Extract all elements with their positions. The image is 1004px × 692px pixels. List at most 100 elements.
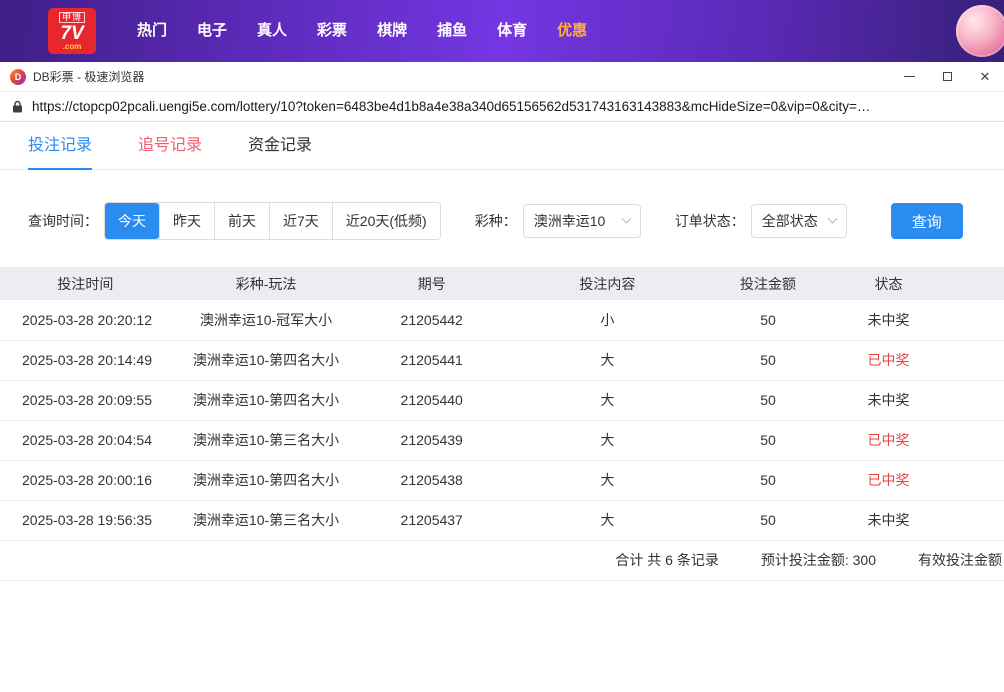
bet-time-cell: 2025-03-28 20:09:55 <box>0 380 171 421</box>
maximize-button[interactable] <box>928 62 966 92</box>
header-issue: 期号 <box>361 267 502 300</box>
nav-item-electronic[interactable]: 电子 <box>182 0 242 62</box>
bet-content-cell: 大 <box>501 340 713 381</box>
issue-cell: 21205441 <box>361 340 502 381</box>
bet-content-cell: 小 <box>501 300 713 341</box>
tab-bet-records[interactable]: 投注记录 <box>28 122 93 170</box>
bet-amount-cell: 50 <box>712 380 824 421</box>
table-row: 2025-03-28 20:09:55 澳洲幸运10-第四名大小 2120544… <box>0 380 1004 421</box>
nav-item-live[interactable]: 真人 <box>242 0 302 62</box>
header-status: 状态 <box>823 267 954 300</box>
bet-time-cell: 2025-03-28 20:20:12 <box>0 300 171 341</box>
site-logo-main-text: 7V <box>60 22 84 44</box>
nav-item-sports[interactable]: 体育 <box>482 0 542 62</box>
time-filter-20days[interactable]: 近20天(低频) <box>331 203 440 239</box>
bet-time-cell: 2025-03-28 20:00:16 <box>0 460 171 501</box>
status-cell: 已中奖 <box>823 460 954 501</box>
time-filter-7days[interactable]: 近7天 <box>269 203 332 239</box>
table-row: 2025-03-28 20:20:12 澳洲幸运10-冠军大小 21205442… <box>0 300 1004 341</box>
window-controls: ✕ <box>890 62 1004 92</box>
header-spacer <box>953 267 1004 300</box>
header-bet-content: 投注内容 <box>501 267 713 300</box>
tab-chase-records[interactable]: 追号记录 <box>138 122 202 170</box>
site-logo[interactable]: 申博 7V .com <box>48 8 96 54</box>
bet-time-cell: 2025-03-28 20:14:49 <box>0 340 171 381</box>
chevron-down-icon <box>621 213 632 224</box>
nav-item-lottery[interactable]: 彩票 <box>302 0 362 62</box>
table-summary: 合计 共 6 条记录 预计投注金额: 300 有效投注金额 <box>0 541 1004 581</box>
browser-titlebar: D DB彩票 - 极速浏览器 ✕ <box>0 62 1004 92</box>
nav-item-promotions[interactable]: 优惠 <box>542 0 602 62</box>
summary-expected-amount: 预计投注金额: 300 <box>760 552 876 568</box>
lottery-select[interactable]: 澳洲幸运10 <box>522 204 641 238</box>
bet-content-cell: 大 <box>501 500 713 541</box>
bet-content-cell: 大 <box>501 420 713 461</box>
user-avatar[interactable] <box>956 5 1004 57</box>
site-nav: 热门 电子 真人 彩票 棋牌 捕鱼 体育 优惠 <box>122 0 602 62</box>
status-cell: 未中奖 <box>823 500 954 541</box>
status-cell: 未中奖 <box>823 380 954 421</box>
game-play-cell: 澳洲幸运10-第四名大小 <box>170 380 362 421</box>
header-bet-time: 投注时间 <box>0 267 171 300</box>
record-tabs: 投注记录 追号记录 资金记录 <box>0 122 1004 170</box>
order-status-select[interactable]: 全部状态 <box>750 204 847 238</box>
table-header: 投注时间 彩种-玩法 期号 投注内容 投注金额 状态 <box>0 267 1004 300</box>
bet-amount-cell: 50 <box>712 340 824 381</box>
time-filter-today[interactable]: 今天 <box>105 203 159 239</box>
browser-addressbar: https://ctopcp02pcali.uengi5e.com/lotter… <box>0 92 1004 122</box>
bet-content-cell: 大 <box>501 460 713 501</box>
table-row: 2025-03-28 20:04:54 澳洲幸运10-第三名大小 2120543… <box>0 420 1004 461</box>
header-game-play: 彩种-玩法 <box>170 267 362 300</box>
nav-item-fishing[interactable]: 捕鱼 <box>422 0 482 62</box>
page-content: 投注记录 追号记录 资金记录 查询时间： 今天 昨天 前天 近7天 近20天(低… <box>0 122 1004 581</box>
summary-total-records: 合计 共 6 条记录 <box>615 552 719 568</box>
site-logo-top-text: 申博 <box>58 11 85 23</box>
game-play-cell: 澳洲幸运10-第三名大小 <box>170 420 362 461</box>
time-filter-label: 查询时间： <box>28 213 98 229</box>
issue-cell: 21205440 <box>361 380 502 421</box>
time-filter-yesterday[interactable]: 昨天 <box>159 203 214 239</box>
url-input[interactable]: https://ctopcp02pcali.uengi5e.com/lotter… <box>32 99 992 114</box>
header-bet-amount: 投注金额 <box>712 267 824 300</box>
table-row: 2025-03-28 20:14:49 澳洲幸运10-第四名大小 2120544… <box>0 340 1004 381</box>
nav-item-cards[interactable]: 棋牌 <box>362 0 422 62</box>
bet-content-cell: 大 <box>501 380 713 421</box>
table-row: 2025-03-28 20:00:16 澳洲幸运10-第四名大小 2120543… <box>0 460 1004 501</box>
issue-cell: 21205438 <box>361 460 502 501</box>
status-cell: 已中奖 <box>823 420 954 461</box>
tab-fund-records[interactable]: 资金记录 <box>248 122 312 170</box>
lottery-select-value: 澳洲幸运10 <box>533 213 606 229</box>
summary-valid-amount: 有效投注金额 <box>918 552 1002 568</box>
maximize-icon <box>942 72 952 81</box>
close-button[interactable]: ✕ <box>966 62 1004 92</box>
order-status-value: 全部状态 <box>761 213 818 229</box>
game-play-cell: 澳洲幸运10-第三名大小 <box>170 500 362 541</box>
issue-cell: 21205439 <box>361 420 502 461</box>
bet-time-cell: 2025-03-28 19:56:35 <box>0 500 171 541</box>
window-title: DB彩票 - 极速浏览器 <box>33 70 145 84</box>
bet-amount-cell: 50 <box>712 420 824 461</box>
search-button[interactable]: 查询 <box>890 203 963 239</box>
chevron-down-icon <box>827 213 838 224</box>
status-cell: 已中奖 <box>823 340 954 381</box>
time-filter-day-before[interactable]: 前天 <box>214 203 269 239</box>
browser-app-icon: D <box>10 68 26 85</box>
time-filter-group: 今天 昨天 前天 近7天 近20天(低频) <box>104 202 441 240</box>
table-row: 2025-03-28 19:56:35 澳洲幸运10-第三名大小 2120543… <box>0 500 1004 541</box>
status-cell: 未中奖 <box>823 300 954 341</box>
bet-amount-cell: 50 <box>712 300 824 341</box>
site-topbar: 申博 7V .com 热门 电子 真人 彩票 棋牌 捕鱼 体育 优惠 <box>0 0 1004 62</box>
lottery-filter-label: 彩种： <box>474 213 517 229</box>
game-play-cell: 澳洲幸运10-冠军大小 <box>170 300 362 341</box>
nav-item-hot[interactable]: 热门 <box>122 0 182 62</box>
issue-cell: 21205437 <box>361 500 502 541</box>
bet-time-cell: 2025-03-28 20:04:54 <box>0 420 171 461</box>
order-status-label: 订单状态： <box>674 213 745 229</box>
lock-icon <box>12 100 23 113</box>
minimize-icon <box>903 76 915 77</box>
site-logo-suffix-text: .com <box>62 41 82 51</box>
records-table: 投注时间 彩种-玩法 期号 投注内容 投注金额 状态 2025-03-28 20… <box>0 267 1004 581</box>
issue-cell: 21205442 <box>361 300 502 341</box>
game-play-cell: 澳洲幸运10-第四名大小 <box>170 460 362 501</box>
minimize-button[interactable] <box>890 62 928 92</box>
